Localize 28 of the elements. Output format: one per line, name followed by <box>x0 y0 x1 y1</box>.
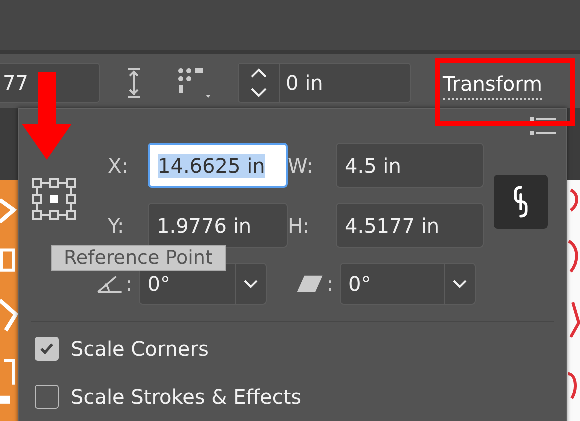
angle-icon <box>96 274 124 294</box>
field-label: Y: <box>108 214 126 238</box>
field-label: X: <box>108 154 130 178</box>
input-field[interactable]: 4.5 in <box>336 143 484 188</box>
field-label: : <box>326 272 334 296</box>
checkbox-label: Scale Strokes & Effects <box>71 385 302 409</box>
field-label: W: <box>288 154 314 178</box>
input-field[interactable]: 4.5177 in <box>336 203 484 248</box>
constrain-proportions-button[interactable] <box>494 174 548 228</box>
field-label: H: <box>288 214 311 238</box>
checkbox[interactable] <box>35 385 59 409</box>
input-field[interactable]: 1.9776 in <box>148 203 288 248</box>
checkbox-label: Scale Corners <box>71 337 209 361</box>
transform-link[interactable]: Transform <box>443 72 542 100</box>
link-icon <box>512 184 530 220</box>
input-field[interactable]: 14.6625 in <box>148 143 288 188</box>
angle-dropdown[interactable]: 0° <box>340 263 476 305</box>
alignment-icon[interactable] <box>177 67 213 99</box>
shear-icon <box>296 274 325 294</box>
tooltip: Reference Point <box>51 245 226 271</box>
spacing-value: 0 in <box>279 64 324 102</box>
stepper-field[interactable]: 0 in <box>238 63 411 103</box>
panel-menu-icon[interactable] <box>530 116 556 138</box>
height-fit-icon[interactable] <box>127 68 141 98</box>
field-label: : <box>126 272 133 296</box>
stepper-icon[interactable] <box>249 66 269 100</box>
checkbox[interactable] <box>35 337 59 361</box>
reference-point-icon[interactable] <box>31 176 77 220</box>
